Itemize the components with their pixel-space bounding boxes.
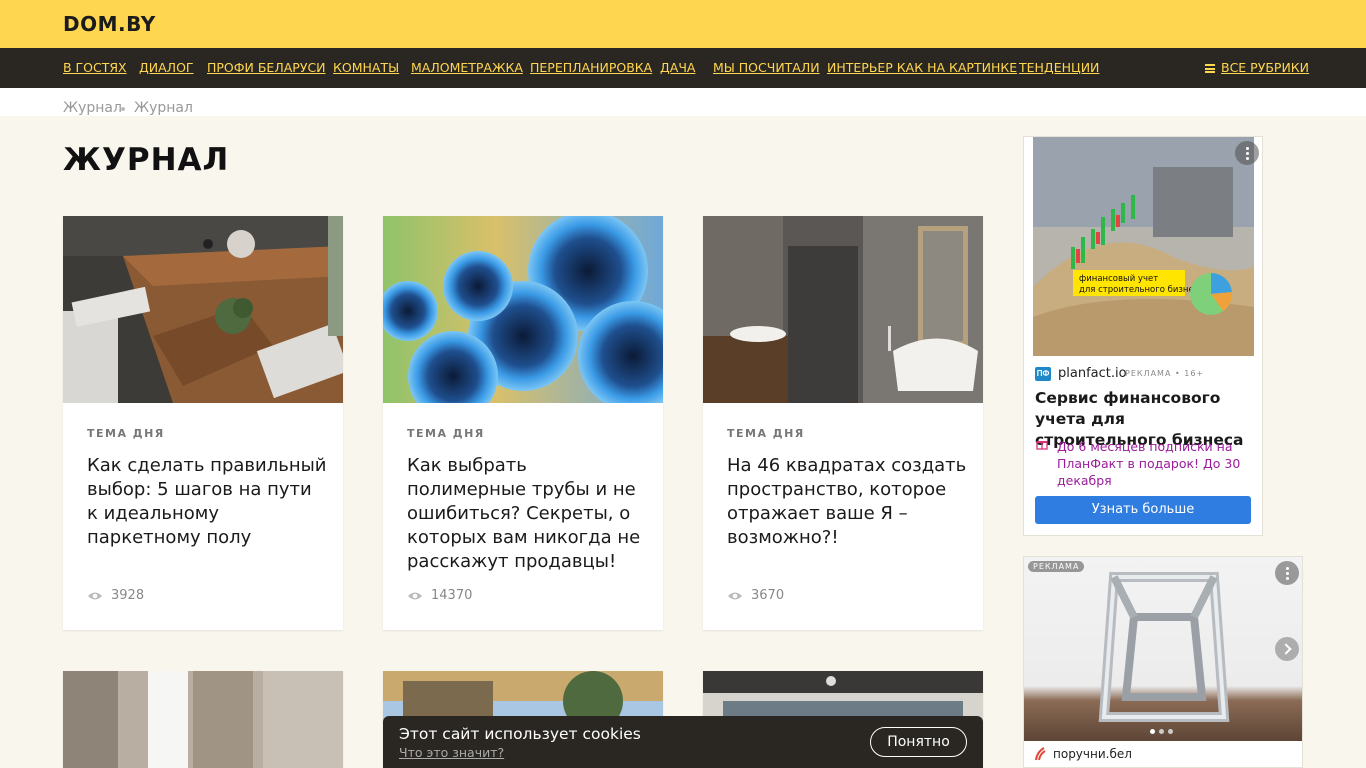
article-tag: ТЕМА ДНЯ <box>727 427 805 440</box>
nav-item-malometrazhka[interactable]: МАЛОМЕТРАЖКА <box>411 60 523 75</box>
article-card[interactable] <box>63 671 343 768</box>
top-bar: DOM.BY <box>0 0 1366 48</box>
nav-item-interer[interactable]: ИНТЕРЬЕР КАК НА КАРТИНКЕ <box>827 60 1017 75</box>
nav-item-v-gostyah[interactable]: В ГОСТЯХ <box>63 60 127 75</box>
ad-options-button[interactable] <box>1235 141 1259 165</box>
article-image[interactable] <box>383 216 663 403</box>
article-card[interactable]: ТЕМА ДНЯ На 46 квадратах создать простра… <box>703 216 983 630</box>
views-count: 3928 <box>111 588 145 603</box>
article-title[interactable]: На 46 квадратах создать пространство, ко… <box>727 454 967 550</box>
ad-image-caption-line2: для строительного бизнеса <box>1079 285 1204 295</box>
breadcrumb-current: Журнал <box>134 100 193 116</box>
article-card[interactable]: ТЕМА ДНЯ Как выбрать полимерные трубы и … <box>383 216 663 630</box>
menu-icon <box>1205 64 1215 73</box>
breadcrumb-item[interactable]: Журнал <box>63 100 122 116</box>
eye-icon <box>88 592 102 599</box>
ad-promo-text: До 6 месяцев подписки на ПланФакт в пода… <box>1057 439 1241 488</box>
eye-icon <box>728 592 742 599</box>
site-logo[interactable]: DOM.BY <box>63 12 156 36</box>
nav-item-my-poschitali[interactable]: МЫ ПОСЧИТАЛИ <box>713 60 820 75</box>
article-image[interactable] <box>703 216 983 403</box>
article-image[interactable] <box>63 671 343 768</box>
ad-label: РЕКЛАМА <box>1028 561 1085 572</box>
carousel-dots <box>1150 729 1173 734</box>
page-title: ЖУРНАЛ <box>63 142 230 178</box>
nav-item-dialog[interactable]: ДИАЛОГ <box>139 60 194 75</box>
ad-planfact[interactable]: финансовый учет для строительного бизнес… <box>1023 136 1263 536</box>
ad-label: РЕКЛАМА • 16+ <box>1125 369 1205 378</box>
views-count: 14370 <box>431 588 473 603</box>
ad-domain[interactable]: поручни.бел <box>1053 747 1132 761</box>
article-tag: ТЕМА ДНЯ <box>87 427 165 440</box>
ad-domain[interactable]: planfact.io <box>1058 366 1127 381</box>
all-categories-link[interactable]: ВСЕ РУБРИКИ <box>1205 60 1309 75</box>
nav-item-pereplanirovka[interactable]: ПЕРЕПЛАНИРОВКА <box>530 60 652 75</box>
learn-more-button[interactable]: Узнать больше <box>1035 496 1251 524</box>
article-views: 14370 <box>407 588 472 603</box>
all-categories-label: ВСЕ РУБРИКИ <box>1221 60 1310 75</box>
nav-item-komnaty[interactable]: КОМНАТЫ <box>333 60 399 75</box>
views-count: 3670 <box>751 588 785 603</box>
breadcrumb: Журнал Журнал <box>0 88 1366 116</box>
article-tag: ТЕМА ДНЯ <box>407 427 485 440</box>
nav-item-profi[interactable]: ПРОФИ БЕЛАРУСИ <box>207 60 326 75</box>
carousel-next-button[interactable] <box>1275 637 1299 661</box>
cookie-banner: Этот сайт использует cookies Что это зна… <box>383 716 983 768</box>
breadcrumb-separator <box>121 107 125 111</box>
poruchni-logo-icon <box>1035 747 1046 761</box>
article-title[interactable]: Как сделать правильный выбор: 5 шагов на… <box>87 454 327 550</box>
gift-icon <box>1036 441 1048 450</box>
article-card[interactable]: ТЕМА ДНЯ Как сделать правильный выбор: 5… <box>63 216 343 630</box>
ad-image-caption-line1: финансовый учет <box>1079 274 1158 284</box>
ad-image[interactable] <box>1024 557 1302 741</box>
article-image[interactable] <box>63 216 343 403</box>
nav-item-dacha[interactable]: ДАЧА <box>660 60 695 75</box>
eye-icon <box>408 592 422 599</box>
article-title[interactable]: Как выбрать полимерные трубы и не ошибит… <box>407 454 647 574</box>
article-views: 3670 <box>727 588 784 603</box>
article-views: 3928 <box>87 588 144 603</box>
planfact-logo: ПФ <box>1035 367 1051 381</box>
ad-poruchni[interactable]: РЕКЛАМА поручни.бел <box>1023 556 1303 768</box>
ad-options-button[interactable] <box>1275 561 1299 585</box>
cookie-text: Этот сайт использует cookies <box>399 725 641 743</box>
cookie-info-link[interactable]: Что это значит? <box>399 745 504 760</box>
nav-item-tendencii[interactable]: ТЕНДЕНЦИИ <box>1019 60 1099 75</box>
main-nav: В ГОСТЯХ ДИАЛОГ ПРОФИ БЕЛАРУСИ КОМНАТЫ М… <box>0 48 1366 88</box>
cookie-accept-button[interactable]: Понятно <box>870 727 967 757</box>
ad-image[interactable]: финансовый учет для строительного бизнес… <box>1033 137 1254 356</box>
